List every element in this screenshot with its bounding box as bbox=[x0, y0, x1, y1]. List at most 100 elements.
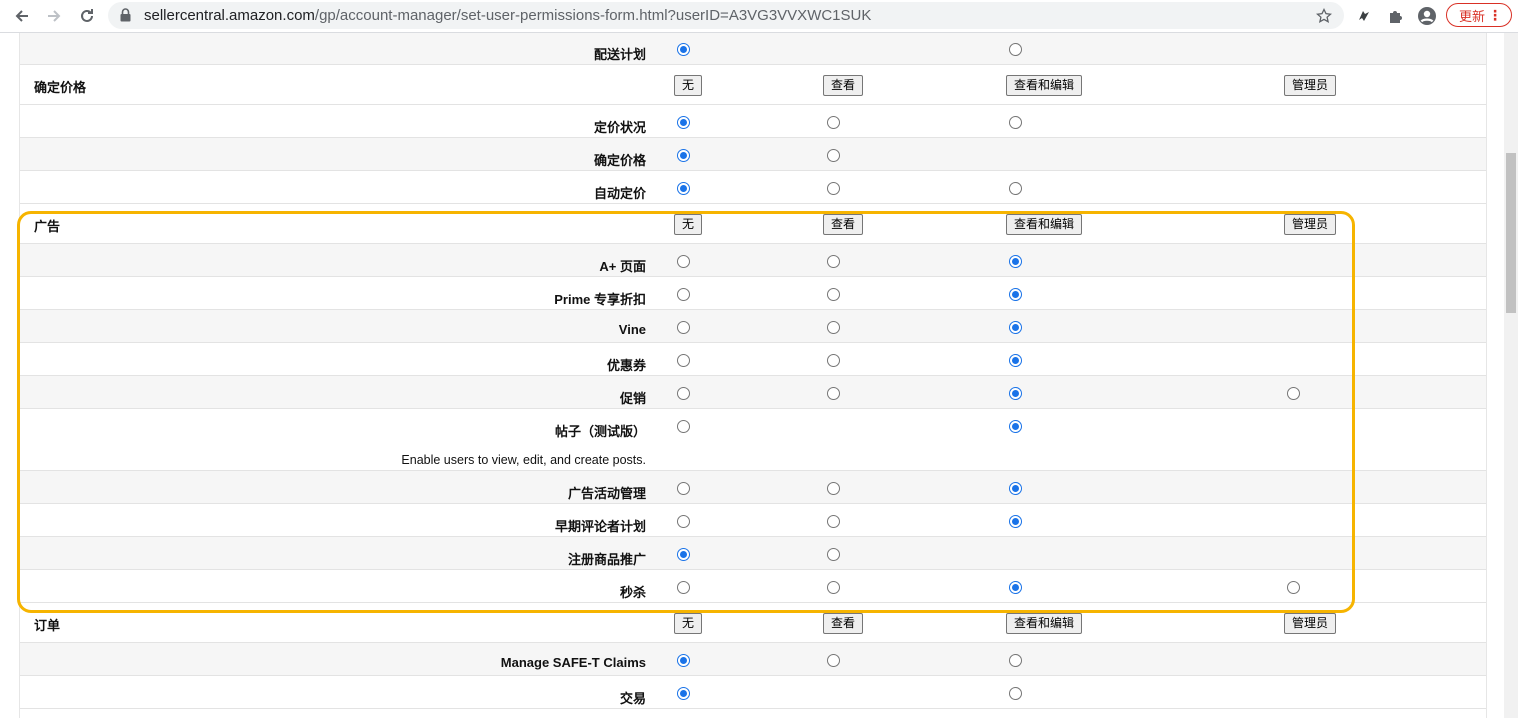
permission-row: A+ 页面 bbox=[20, 244, 1486, 277]
permission-label: 广告活动管理 bbox=[567, 486, 646, 501]
set-all-none-button[interactable]: 无 bbox=[674, 75, 703, 96]
radio-none[interactable] bbox=[677, 420, 690, 433]
radio-none[interactable] bbox=[677, 43, 690, 56]
permission-row: 广告活动管理 bbox=[20, 471, 1486, 504]
radio-view[interactable] bbox=[827, 321, 840, 334]
radio-view-edit[interactable] bbox=[1009, 654, 1022, 667]
radio-none[interactable] bbox=[677, 654, 690, 667]
section-title: 确定价格 bbox=[34, 80, 87, 95]
update-button[interactable]: 更新 ⋮ bbox=[1446, 3, 1512, 27]
permission-label: 秒杀 bbox=[619, 585, 646, 600]
permission-row: 秒杀 bbox=[20, 570, 1486, 603]
update-label: 更新 bbox=[1459, 8, 1486, 24]
extension-icon[interactable] bbox=[1352, 4, 1376, 28]
radio-none[interactable] bbox=[677, 515, 690, 528]
radio-view-edit[interactable] bbox=[1009, 116, 1022, 129]
permission-label: 注册商品推广 bbox=[567, 552, 646, 567]
radio-admin[interactable] bbox=[1287, 387, 1300, 400]
radio-none[interactable] bbox=[677, 482, 690, 495]
permission-label: 确定价格 bbox=[593, 153, 646, 168]
radio-view-edit[interactable] bbox=[1009, 687, 1022, 700]
permission-row: 交易 bbox=[20, 676, 1486, 709]
radio-view[interactable] bbox=[827, 149, 840, 162]
set-all-view-edit-button[interactable]: 查看和编辑 bbox=[1006, 75, 1083, 96]
permission-row: Prime 专享折扣 bbox=[20, 277, 1486, 310]
permission-label: 定价状况 bbox=[593, 120, 646, 135]
radio-view-edit[interactable] bbox=[1009, 43, 1022, 56]
radio-view-edit[interactable] bbox=[1009, 482, 1022, 495]
section-title: 广告 bbox=[34, 219, 61, 234]
radio-none[interactable] bbox=[677, 182, 690, 195]
permission-row: 定价状况 bbox=[20, 105, 1486, 138]
set-all-view-button[interactable]: 查看 bbox=[823, 75, 864, 96]
radio-none[interactable] bbox=[677, 687, 690, 700]
radio-view-edit[interactable] bbox=[1009, 581, 1022, 594]
address-bar[interactable]: sellercentral.amazon.com/gp/account-mana… bbox=[108, 2, 1344, 29]
radio-view[interactable] bbox=[827, 515, 840, 528]
section-header-row: 确定价格 无 查看 查看和编辑 管理员 bbox=[20, 65, 1486, 105]
lock-icon bbox=[120, 8, 131, 27]
radio-view[interactable] bbox=[827, 548, 840, 561]
set-all-view-button[interactable]: 查看 bbox=[823, 613, 864, 634]
permission-label: 优惠券 bbox=[606, 358, 646, 373]
set-all-view-edit-button[interactable]: 查看和编辑 bbox=[1006, 214, 1083, 235]
section-header-row: 订单 无 查看 查看和编辑 管理员 bbox=[20, 603, 1486, 643]
radio-view[interactable] bbox=[827, 288, 840, 301]
permission-row: 注册商品推广 bbox=[20, 537, 1486, 570]
permission-row: 优惠券 bbox=[20, 343, 1486, 376]
radio-view[interactable] bbox=[827, 387, 840, 400]
radio-none[interactable] bbox=[677, 581, 690, 594]
menu-dots-icon[interactable]: ⋮ bbox=[1488, 7, 1502, 24]
permission-row: Manage SAFE-T Claims bbox=[20, 643, 1486, 676]
radio-view-edit[interactable] bbox=[1009, 387, 1022, 400]
radio-view-edit[interactable] bbox=[1009, 288, 1022, 301]
permission-label: Prime 专享折扣 bbox=[554, 292, 646, 307]
radio-none[interactable] bbox=[677, 149, 690, 162]
set-all-admin-button[interactable]: 管理员 bbox=[1284, 214, 1337, 235]
url-text: sellercentral.amazon.com/gp/account-mana… bbox=[144, 7, 872, 24]
set-all-view-edit-button[interactable]: 查看和编辑 bbox=[1006, 613, 1083, 634]
radio-view-edit[interactable] bbox=[1009, 354, 1022, 367]
radio-none[interactable] bbox=[677, 548, 690, 561]
radio-view-edit[interactable] bbox=[1009, 255, 1022, 268]
set-all-none-button[interactable]: 无 bbox=[674, 613, 703, 634]
radio-view[interactable] bbox=[827, 255, 840, 268]
radio-view[interactable] bbox=[827, 654, 840, 667]
permission-label: 自动定价 bbox=[593, 186, 646, 201]
radio-view[interactable] bbox=[827, 482, 840, 495]
profile-icon[interactable] bbox=[1415, 4, 1439, 28]
radio-none[interactable] bbox=[677, 255, 690, 268]
permission-label: 配送计划 bbox=[593, 47, 646, 62]
radio-view[interactable] bbox=[827, 354, 840, 367]
radio-view-edit[interactable] bbox=[1009, 182, 1022, 195]
set-all-admin-button[interactable]: 管理员 bbox=[1284, 75, 1337, 96]
radio-view[interactable] bbox=[827, 116, 840, 129]
section-header-row: 广告 无 查看 查看和编辑 管理员 bbox=[20, 204, 1486, 244]
permission-label: 早期评论者计划 bbox=[554, 519, 646, 534]
radio-view-edit[interactable] bbox=[1009, 321, 1022, 334]
radio-view[interactable] bbox=[827, 581, 840, 594]
back-icon[interactable] bbox=[10, 4, 34, 28]
radio-view-edit[interactable] bbox=[1009, 420, 1022, 433]
permission-label: A+ 页面 bbox=[599, 259, 646, 274]
page-scrollbar[interactable] bbox=[1504, 33, 1518, 718]
permission-row: 帖子（测试版） Enable users to view, edit, and c… bbox=[20, 409, 1486, 471]
set-all-view-button[interactable]: 查看 bbox=[823, 214, 864, 235]
star-icon[interactable] bbox=[1312, 4, 1336, 28]
radio-none[interactable] bbox=[677, 354, 690, 367]
set-all-none-button[interactable]: 无 bbox=[674, 214, 703, 235]
radio-none[interactable] bbox=[677, 321, 690, 334]
section-title: 订单 bbox=[34, 618, 61, 633]
radio-none[interactable] bbox=[677, 387, 690, 400]
radio-none[interactable] bbox=[677, 288, 690, 301]
reload-icon[interactable] bbox=[75, 4, 99, 28]
set-all-admin-button[interactable]: 管理员 bbox=[1284, 613, 1337, 634]
puzzle-icon[interactable] bbox=[1384, 4, 1408, 28]
browser-toolbar: sellercentral.amazon.com/gp/account-mana… bbox=[0, 0, 1518, 33]
radio-admin[interactable] bbox=[1287, 581, 1300, 594]
radio-view-edit[interactable] bbox=[1009, 515, 1022, 528]
radio-none[interactable] bbox=[677, 116, 690, 129]
forward-icon[interactable] bbox=[42, 4, 66, 28]
scrollbar-thumb[interactable] bbox=[1506, 153, 1516, 313]
radio-view[interactable] bbox=[827, 182, 840, 195]
